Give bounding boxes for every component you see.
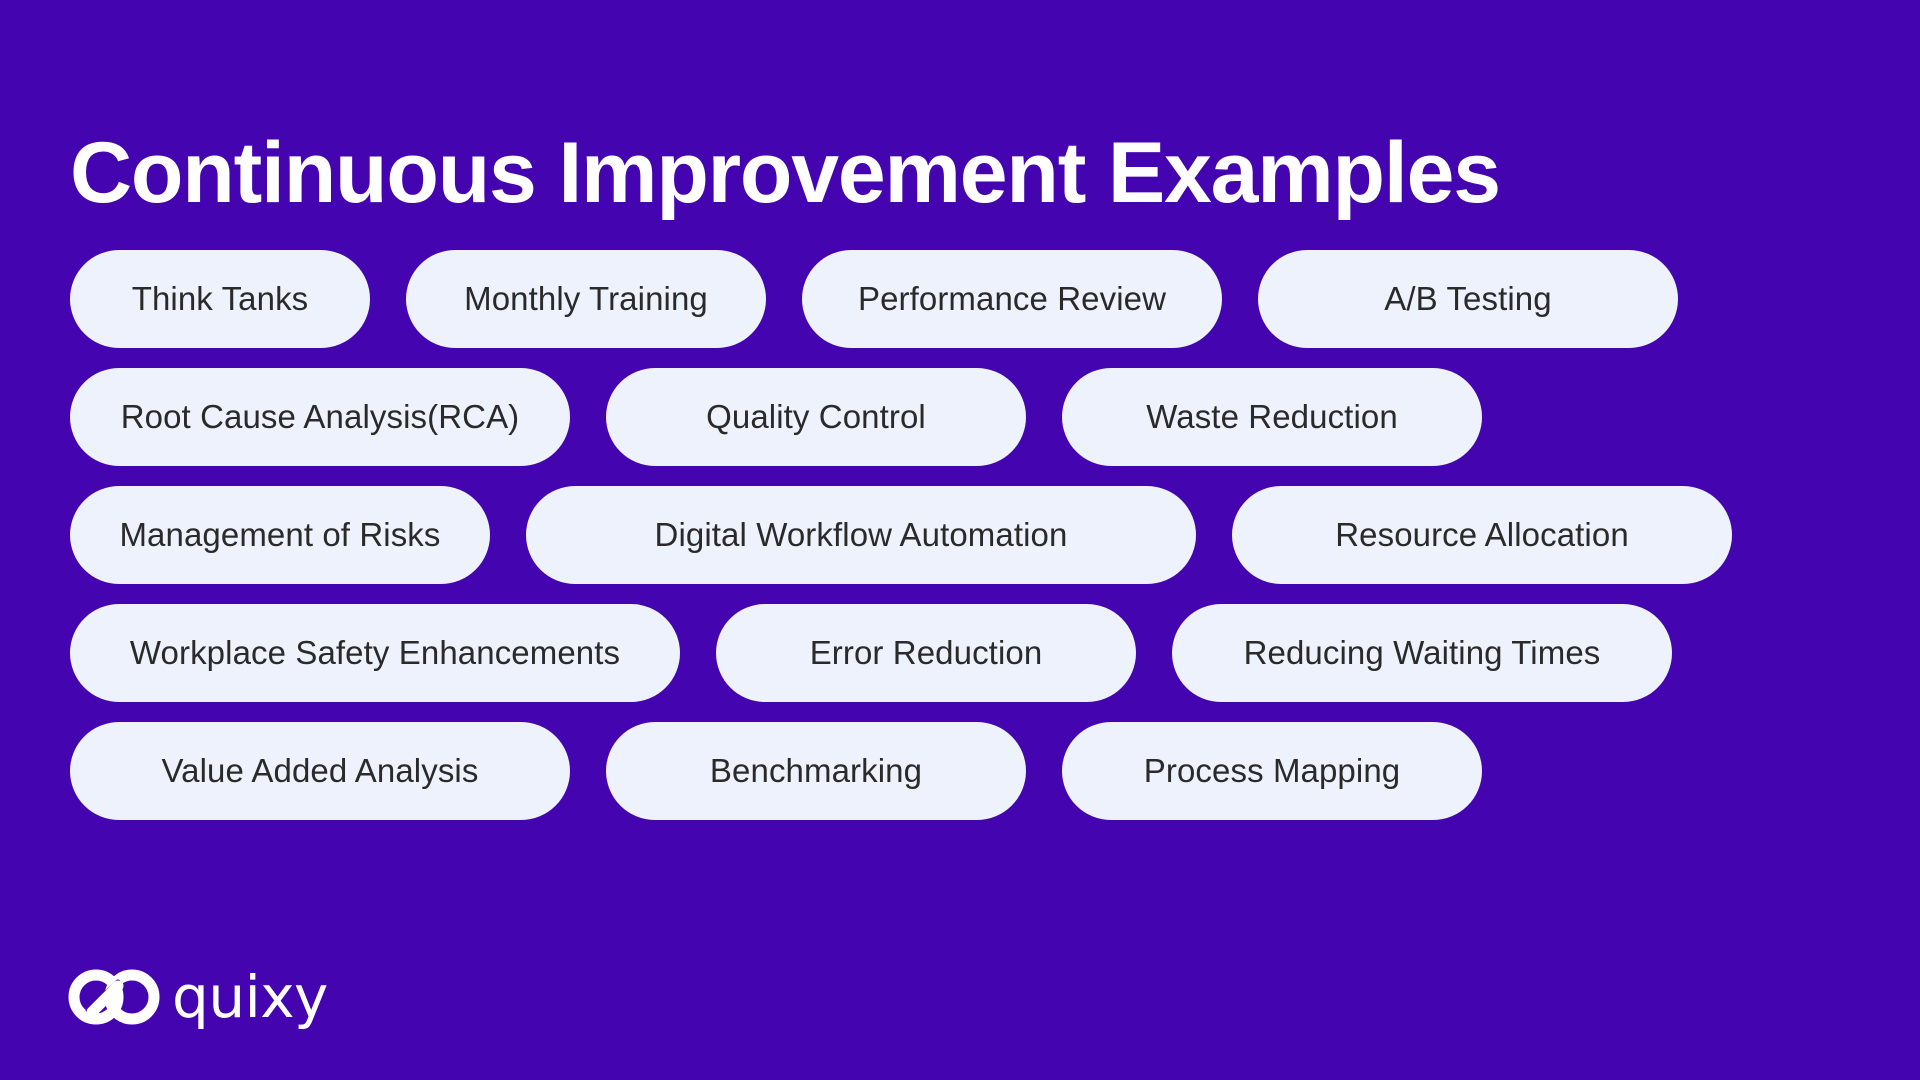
brand-logo: quixy (68, 962, 328, 1032)
pill-row: Think Tanks Monthly Training Performance R… (70, 250, 1920, 348)
pill-waste-reduction[interactable]: Waste Reduction (1062, 368, 1482, 466)
pill-error-reduction[interactable]: Error Reduction (716, 604, 1136, 702)
infographic-canvas: Continuous Improvement Examples Think Ta… (0, 0, 1920, 1080)
pill-row: Value Added Analysis Benchmarking Process … (70, 722, 1920, 820)
pill-resource-allocation[interactable]: Resource Allocation (1232, 486, 1732, 584)
interlocking-loops-icon (68, 969, 160, 1025)
page-title: Continuous Improvement Examples (70, 124, 1501, 221)
pill-quality-control[interactable]: Quality Control (606, 368, 1026, 466)
pill-performance-review[interactable]: Performance Review (802, 250, 1222, 348)
pill-row: Management of Risks Digital Workflow Auto… (70, 486, 1920, 584)
pill-root-cause-analysis-rca[interactable]: Root Cause Analysis(RCA) (70, 368, 570, 466)
brand-wordmark: quixy (172, 963, 328, 1031)
pill-workplace-safety-enhancements[interactable]: Workplace Safety Enhancements (70, 604, 680, 702)
pill-think-tanks[interactable]: Think Tanks (70, 250, 370, 348)
pill-a-b-testing[interactable]: A/B Testing (1258, 250, 1678, 348)
pill-row: Workplace Safety Enhancements Error Reduc… (70, 604, 1920, 702)
pill-value-added-analysis[interactable]: Value Added Analysis (70, 722, 570, 820)
pill-monthly-training[interactable]: Monthly Training (406, 250, 766, 348)
pill-process-mapping[interactable]: Process Mapping (1062, 722, 1482, 820)
pill-digital-workflow-automation[interactable]: Digital Workflow Automation (526, 486, 1196, 584)
pill-benchmarking[interactable]: Benchmarking (606, 722, 1026, 820)
pill-reducing-waiting-times[interactable]: Reducing Waiting Times (1172, 604, 1672, 702)
pill-management-of-risks[interactable]: Management of Risks (70, 486, 490, 584)
pill-grid: Think Tanks Monthly Training Performance R… (0, 250, 1920, 840)
pill-row: Root Cause Analysis(RCA) Quality Control W… (70, 368, 1920, 466)
